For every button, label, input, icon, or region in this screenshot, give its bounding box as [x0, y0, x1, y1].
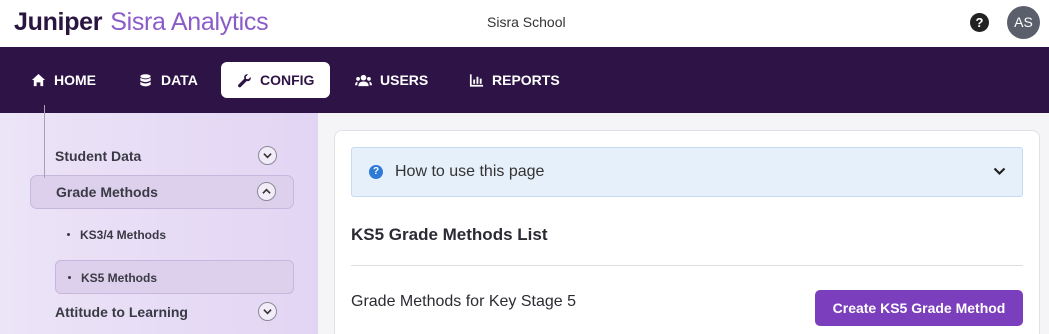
create-ks5-grade-method-button[interactable]: Create KS5 Grade Method — [815, 290, 1023, 326]
sidebar-subitem-label: KS5 Methods — [81, 271, 158, 285]
sidebar-subitem-label: KS3/4 Methods — [80, 228, 167, 242]
nav-config-label: CONFIG — [260, 72, 315, 88]
sidebar-subitem-ks34-methods[interactable]: KS3/4 Methods — [55, 218, 294, 252]
wrench-icon — [238, 73, 251, 87]
home-icon — [31, 73, 46, 86]
bar-chart-icon — [469, 73, 484, 87]
top-header: Juniper Sisra Analytics Sisra School ? AS — [0, 0, 1049, 47]
how-to-use-label: How to use this page — [395, 163, 545, 180]
nav-data-label: DATA — [161, 72, 198, 88]
page-title: KS5 Grade Methods List — [351, 225, 548, 244]
chevron-up-icon[interactable] — [257, 182, 276, 201]
nav-reports-label: REPORTS — [492, 72, 560, 88]
brand-product: Sisra Analytics — [110, 8, 269, 36]
how-to-use-accordion[interactable]: ? How to use this page — [351, 147, 1023, 197]
nav-home[interactable]: HOME — [15, 62, 112, 98]
sidebar-item-label: Grade Methods — [56, 184, 158, 200]
nav-config[interactable]: CONFIG — [221, 62, 331, 98]
nav-reports[interactable]: REPORTS — [453, 62, 576, 98]
section-heading: Grade Methods for Key Stage 5 — [351, 293, 577, 310]
sidebar-item-attitude-to-learning[interactable]: Attitude to Learning — [30, 295, 294, 329]
users-icon — [355, 74, 372, 86]
main-nav: HOME DATA CONFIG USERS REPORTS — [0, 47, 1049, 113]
divider — [351, 265, 1023, 266]
chevron-down-icon[interactable] — [258, 146, 277, 165]
nav-data[interactable]: DATA — [122, 62, 214, 98]
chevron-down-icon[interactable] — [258, 302, 277, 321]
sidebar-item-label: Attitude to Learning — [55, 304, 188, 320]
info-icon: ? — [369, 165, 383, 179]
database-icon — [140, 73, 151, 86]
user-avatar[interactable]: AS — [1007, 6, 1040, 39]
brand-name: Juniper — [14, 8, 103, 36]
brand-logo[interactable]: Juniper Sisra Analytics — [14, 7, 269, 37]
sidebar-item-label: Student Data — [55, 148, 142, 164]
sidebar-tree-line — [44, 105, 45, 178]
nav-users[interactable]: USERS — [339, 62, 444, 98]
nav-users-label: USERS — [380, 72, 429, 88]
help-icon[interactable]: ? — [970, 13, 989, 32]
sidebar-item-student-data[interactable]: Student Data — [30, 139, 294, 173]
sidebar-subitem-ks5-methods[interactable]: KS5 Methods — [55, 260, 294, 294]
nav-home-label: HOME — [54, 72, 96, 88]
bullet-icon — [67, 233, 70, 236]
chevron-down-icon[interactable] — [993, 167, 1006, 176]
sidebar-item-grade-methods[interactable]: Grade Methods — [30, 175, 294, 209]
school-name: Sisra School — [487, 14, 566, 30]
bullet-icon — [68, 276, 71, 279]
